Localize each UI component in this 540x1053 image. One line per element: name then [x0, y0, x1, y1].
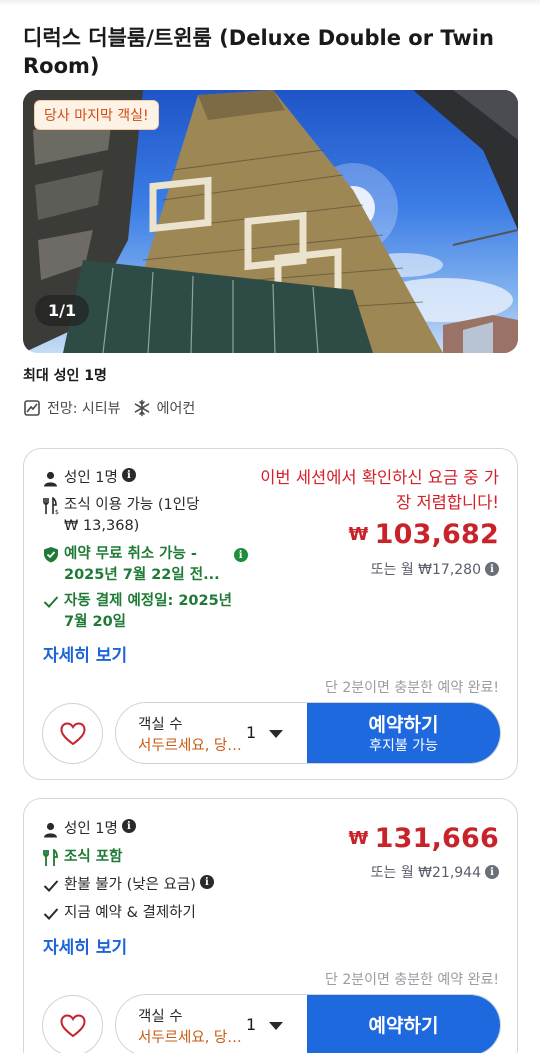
amenity-label: 전망: 시티뷰 [47, 401, 121, 417]
occupancy-label: 성인 1명 [64, 821, 118, 837]
room-count-label: 객실 수 [138, 717, 183, 733]
amenities-list: 전망: 시티뷰 에어컨 [23, 398, 207, 418]
book-button[interactable]: 예약하기 후지불 가능 [307, 703, 500, 763]
city-view-icon [24, 400, 40, 416]
room-count-value: 1 [246, 1015, 257, 1034]
room-count-hint: 서두르세요, 당사 마지막 객실! [138, 738, 246, 754]
amenity-label: 에어컨 [156, 401, 196, 417]
cutlery-icon [43, 847, 61, 868]
max-occupancy: 최대 성인 1명 [23, 368, 107, 384]
monthly-installment-label: 또는 월 ₩21,944 [370, 865, 481, 881]
quick-booking-note: 단 2분이면 충분한 예약 완료! [325, 680, 499, 696]
occupancy-line: 성인 1명 i [43, 819, 136, 840]
offer-card: 성인 1명 i 조식 포함 환불 불가 (낮은 요금) i 지금 예약 & 결제… [23, 798, 518, 1053]
favorite-button[interactable] [42, 995, 103, 1053]
snowflake-icon [134, 399, 149, 417]
person-icon [43, 468, 61, 489]
amenity-city-view: 전망: 시티뷰 [23, 398, 121, 418]
book-button-label: 예약하기 [368, 1015, 439, 1037]
pay-later-label: 후지불 가능 [369, 738, 438, 754]
monthly-installment: 또는 월 ₩21,944 i [371, 862, 499, 882]
breakfast-label: 조식 이용 가능 (1인당 ₩ 13,368) [64, 497, 200, 534]
chevron-down-icon [269, 1022, 283, 1030]
room-count-hint: 서두르세요, 당사 마지막 객실! [138, 1030, 246, 1046]
info-icon[interactable]: i [121, 819, 136, 833]
photo-counter: 1/1 [35, 295, 90, 326]
book-button-label: 예약하기 [368, 714, 439, 736]
checkmark-icon [43, 591, 61, 612]
favorite-button[interactable] [42, 703, 103, 764]
free-cancellation-label: 예약 무료 취소 가능 -2025년 7월 22일 전... [64, 546, 220, 583]
svg-text:$: $ [55, 509, 59, 515]
booking-control: 객실 수 서두르세요, 당사 마지막 객실! 1 예약하기 [115, 994, 501, 1053]
room-title: 디럭스 더블룸/트윈룸 (Deluxe Double or Twin Room) [23, 26, 494, 78]
breakfast-label: 조식 포함 [64, 849, 123, 865]
cheapest-price-note: 이번 세션에서 확인하신 요금 중 가장 저렴합니다! [260, 468, 499, 512]
info-icon[interactable]: i [485, 865, 499, 879]
occupancy-line: 성인 1명 i [43, 468, 136, 489]
offer-card: 성인 1명 i $ 조식 이용 가능 (1인당 ₩ 13,368) 예약 무료 취… [23, 448, 518, 780]
auto-payment-label: 자동 결제 예정일: 2025년 7월 20일 [64, 593, 233, 630]
room-count-select[interactable]: 객실 수 서두르세요, 당사 마지막 객실! 1 [116, 995, 308, 1053]
refund-line: 환불 불가 (낮은 요금) i [43, 875, 214, 896]
info-icon[interactable]: i [233, 548, 248, 562]
chevron-down-icon [269, 730, 283, 738]
booking-control: 객실 수 서두르세요, 당사 마지막 객실! 1 예약하기 후지불 가능 [115, 702, 501, 764]
price: ₩103,682 [349, 519, 499, 550]
book-button[interactable]: 예약하기 [307, 995, 500, 1053]
free-cancellation-line: 예약 무료 취소 가능 -2025년 7월 22일 전... i [43, 544, 248, 586]
amenity-air-conditioning: 에어컨 [133, 398, 196, 418]
price: ₩131,666 [349, 823, 499, 854]
auto-payment-line: 자동 결제 예정일: 2025년 7월 20일 [43, 591, 232, 633]
info-icon[interactable]: i [485, 562, 499, 576]
room-count-select[interactable]: 객실 수 서두르세요, 당사 마지막 객실! 1 [116, 703, 308, 763]
last-room-badge: 당사 마지막 객실! [34, 100, 159, 130]
refund-label: 환불 불가 (낮은 요금) [64, 877, 196, 893]
room-photo[interactable]: 당사 마지막 객실! 1/1 [23, 90, 518, 353]
quick-booking-note: 단 2분이면 충분한 예약 완료! [325, 972, 499, 988]
breakfast-line: $ 조식 이용 가능 (1인당 ₩ 13,368) [43, 495, 199, 537]
currency-symbol: ₩ [348, 828, 369, 849]
cutlery-icon: $ [43, 495, 61, 516]
room-count-label: 객실 수 [138, 1009, 183, 1025]
pay-now-label: 지금 예약 & 결제하기 [64, 905, 196, 921]
currency-symbol: ₩ [348, 524, 369, 545]
price-amount: 103,682 [374, 519, 499, 550]
monthly-installment: 또는 월 ₩17,280 i [371, 559, 499, 579]
checkmark-icon [43, 903, 61, 924]
heart-icon [59, 721, 86, 745]
monthly-installment-label: 또는 월 ₩17,280 [370, 562, 481, 578]
person-icon [43, 819, 61, 840]
pay-now-line: 지금 예약 & 결제하기 [43, 903, 196, 924]
details-link[interactable]: 자세히 보기 [43, 641, 127, 666]
shield-check-icon [43, 544, 61, 565]
details-link[interactable]: 자세히 보기 [43, 933, 127, 958]
info-icon[interactable]: i [199, 875, 214, 889]
room-count-value: 1 [246, 723, 257, 742]
top-shadow [0, 0, 540, 6]
breakfast-line: 조식 포함 [43, 847, 122, 868]
occupancy-label: 성인 1명 [64, 470, 118, 486]
info-icon[interactable]: i [121, 468, 136, 482]
checkmark-icon [43, 875, 61, 896]
price-amount: 131,666 [374, 823, 499, 854]
heart-icon [59, 1013, 86, 1037]
